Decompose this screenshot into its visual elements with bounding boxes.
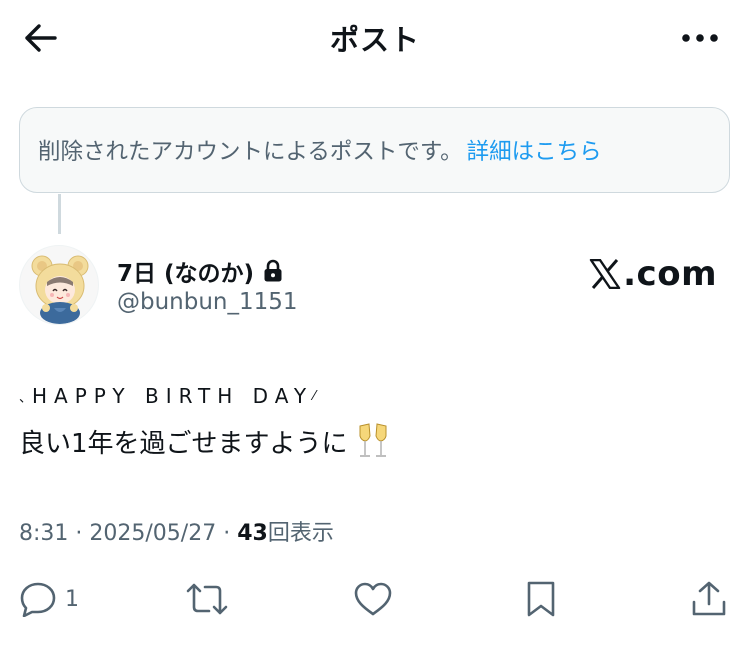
- page-title: ポスト: [329, 23, 420, 57]
- champagne-glasses-icon: [356, 422, 390, 460]
- post-time[interactable]: 8:31: [19, 521, 68, 546]
- notice-text: 削除されたアカウントによるポストです。: [38, 139, 463, 165]
- deleted-account-notice: 削除されたアカウントによるポストです。 詳細はこちら: [19, 107, 730, 193]
- post-line-2: 良い1年を過ごせますように: [19, 422, 390, 460]
- happy-birthday-text: HAPPY BIRTH DAY: [32, 384, 314, 408]
- top-bar: ポスト: [0, 0, 750, 76]
- more-options-button[interactable]: [678, 16, 722, 60]
- views-label: 回表示: [267, 521, 334, 546]
- watermark-text: .com: [623, 254, 717, 294]
- repost-button[interactable]: [185, 574, 229, 624]
- share-icon: [692, 581, 726, 616]
- author-display-name[interactable]: 7日 (なのか): [117, 254, 254, 288]
- bookmark-icon: [527, 581, 555, 617]
- post-body: 、 HAPPY BIRTH DAY ⁄ 良い1年を過ごせますように: [19, 384, 390, 460]
- author-handle[interactable]: @bunbun_1151: [117, 289, 298, 315]
- deco-left: 、: [19, 390, 33, 406]
- lock-icon: [263, 259, 283, 283]
- x-com-watermark: .com: [589, 254, 717, 294]
- reply-icon: [20, 582, 56, 617]
- author-name-row: 7日 (なのか): [117, 254, 283, 288]
- reply-button[interactable]: 1: [19, 574, 79, 624]
- avatar[interactable]: [19, 245, 99, 325]
- post-meta: 8:31 · 2025/05/27 · 43回表示: [19, 515, 334, 547]
- meta-separator: ·: [216, 521, 238, 546]
- repost-icon: [186, 583, 228, 615]
- meta-separator: ·: [68, 521, 90, 546]
- post-date[interactable]: 2025/05/27: [89, 521, 216, 546]
- reply-count: 1: [65, 586, 79, 612]
- heart-icon: [354, 582, 392, 616]
- thread-connector-line: [58, 194, 61, 234]
- like-button[interactable]: [353, 574, 393, 624]
- post-line-1: 、 HAPPY BIRTH DAY ⁄: [19, 384, 390, 408]
- bear-hood-avatar-icon: [31, 255, 89, 324]
- details-link[interactable]: 詳細はこちら: [467, 134, 602, 166]
- action-bar: 1: [0, 574, 750, 624]
- wish-text: 良い1年を過ごせますように: [19, 428, 348, 459]
- share-button[interactable]: [690, 574, 728, 624]
- bookmark-button[interactable]: [525, 574, 557, 624]
- x-logo-icon: [589, 259, 621, 289]
- more-horizontal-icon: [682, 34, 718, 42]
- deco-right: ⁄: [313, 388, 316, 404]
- views-count: 43: [237, 521, 268, 546]
